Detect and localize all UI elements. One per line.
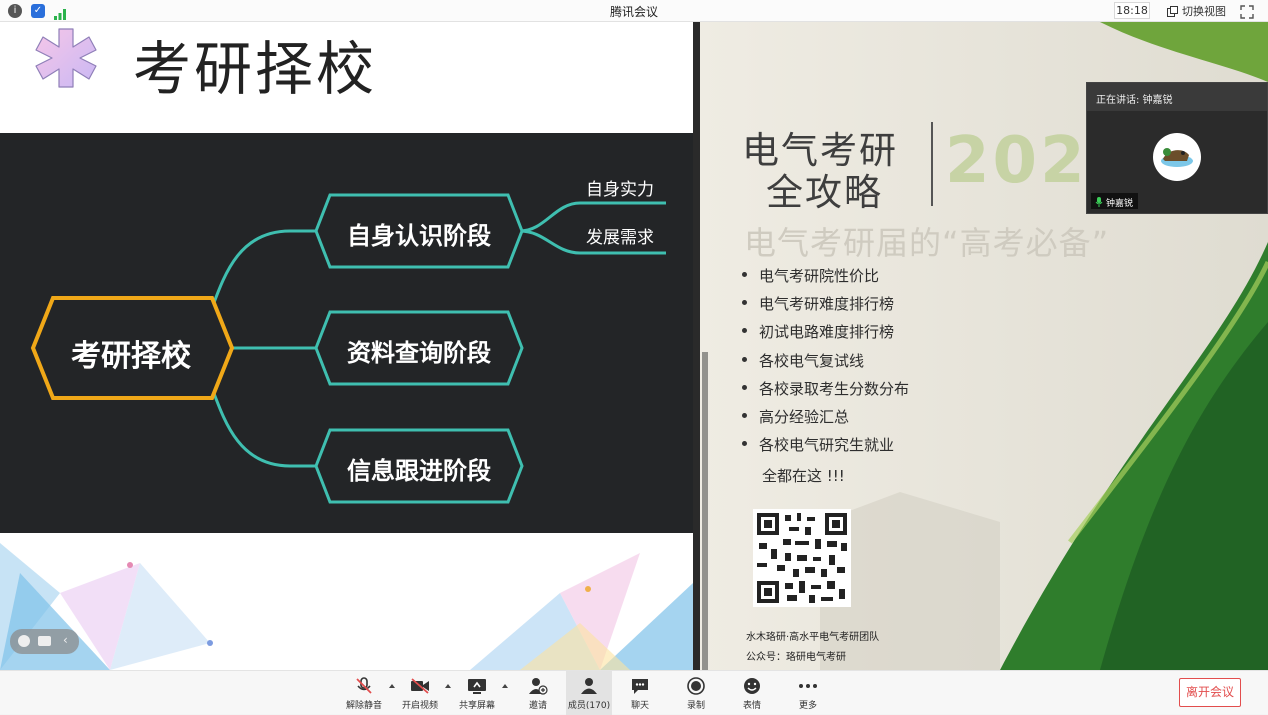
video-options-caret[interactable] bbox=[445, 684, 451, 688]
emoji-small-icon[interactable] bbox=[18, 635, 30, 647]
more-dots-icon bbox=[799, 684, 817, 688]
share-options-caret[interactable] bbox=[502, 684, 508, 688]
list-item-text: 各校电气研究生就业 bbox=[759, 436, 895, 455]
bullet-icon bbox=[742, 441, 747, 447]
slide-header: 考研择校 bbox=[0, 22, 693, 133]
bullet-icon bbox=[742, 272, 747, 277]
poster-year: 202 bbox=[945, 124, 1088, 198]
record-button[interactable]: 录制 bbox=[674, 671, 718, 715]
microphone-muted-icon bbox=[356, 677, 372, 694]
leave-meeting-button[interactable]: 离开会议 bbox=[1179, 678, 1241, 707]
poster-all-here: 全都在这 !!! bbox=[762, 467, 845, 485]
poster-bullet-list: 电气考研院性价比 电气考研难度排行榜 初试电路难度排行榜 各校电气复试线 各校录… bbox=[742, 264, 909, 461]
share-screen-button[interactable]: 共享屏幕 bbox=[455, 671, 499, 715]
smiley-icon bbox=[744, 678, 760, 694]
unmute-button[interactable]: 解除静音 bbox=[342, 671, 386, 715]
view-divider bbox=[693, 22, 700, 670]
sub-branch-strength: 自身实力 bbox=[586, 180, 654, 200]
invite-user-icon bbox=[529, 678, 548, 695]
start-video-button[interactable]: 开启视频 bbox=[398, 671, 442, 715]
start-video-label: 开启视频 bbox=[401, 701, 438, 711]
bullet-icon bbox=[742, 328, 747, 334]
list-item: 各校电气研究生就业 bbox=[742, 433, 909, 461]
speaker-name: 钟嘉锐 bbox=[1106, 198, 1134, 209]
list-item-text: 各校电气复试线 bbox=[759, 351, 865, 370]
speaker-name-tag: 钟嘉锐 bbox=[1091, 193, 1139, 209]
switch-view-button[interactable]: 切换视图 bbox=[1167, 3, 1226, 19]
list-item: 各校录取考生分数分布 bbox=[742, 377, 909, 405]
meeting-toolbar: 解除静音 开启视频 共享屏幕 邀请 成员(170) 聊天 录制 表情 更多 离开… bbox=[0, 670, 1268, 715]
emoji-button[interactable]: 表情 bbox=[730, 671, 774, 715]
list-item: 电气考研院性价比 bbox=[742, 264, 909, 292]
branch-label-follow: 信息跟进阶段 bbox=[347, 457, 491, 485]
meeting-timer: 18:18 bbox=[1114, 2, 1150, 19]
share-screen-icon bbox=[468, 679, 486, 694]
bullet-icon bbox=[742, 412, 747, 418]
chat-small-icon[interactable] bbox=[38, 636, 51, 646]
list-item-text: 电气考研院性价比 bbox=[759, 267, 880, 285]
switch-view-label: 切换视图 bbox=[1182, 5, 1226, 18]
list-item-text: 高分经验汇总 bbox=[759, 407, 850, 426]
branch-label-research: 资料查询阶段 bbox=[347, 339, 491, 367]
speaker-label: 正在讲话: 钟嘉锐 bbox=[1087, 83, 1267, 111]
list-item: 初试电路难度排行榜 bbox=[742, 320, 909, 348]
floating-controls[interactable]: ‹ bbox=[10, 629, 79, 654]
bullet-icon bbox=[742, 300, 747, 306]
record-icon bbox=[687, 677, 705, 695]
bullet-icon bbox=[742, 356, 747, 362]
shared-screen: 考研择校 考研择校 自身认识阶段 资料查询阶段 信息跟进阶段 自身实力 发展需求 bbox=[0, 22, 693, 670]
list-item-text: 各校录取考生分数分布 bbox=[759, 379, 910, 398]
poster-divider bbox=[931, 122, 933, 206]
share-screen-label: 共享屏幕 bbox=[458, 701, 495, 711]
more-button[interactable]: 更多 bbox=[786, 671, 830, 715]
list-item-text: 电气考研难度排行榜 bbox=[759, 295, 895, 314]
camera-off-icon bbox=[411, 678, 429, 694]
poster-footer-team: 水木珞研·高水平电气考研团队 bbox=[746, 632, 880, 643]
switch-view-icon bbox=[1167, 5, 1178, 17]
members-label: 成员(170) bbox=[567, 701, 611, 711]
active-speaker-panel[interactable]: 正在讲话: 钟嘉锐 钟嘉锐 bbox=[1086, 82, 1268, 214]
list-item: 各校电气复试线 bbox=[742, 349, 909, 377]
audio-options-caret[interactable] bbox=[389, 684, 395, 688]
invite-button[interactable]: 邀请 bbox=[516, 671, 560, 715]
sub-branch-needs: 发展需求 bbox=[586, 228, 654, 248]
slide-title: 考研择校 bbox=[133, 35, 378, 103]
list-item: 高分经验汇总 bbox=[742, 405, 909, 433]
unmute-label: 解除静音 bbox=[345, 701, 382, 711]
avatar bbox=[1153, 133, 1201, 181]
title-bar: i ✓ 腾讯会议 18:18 切换视图 bbox=[0, 0, 1268, 22]
mindmap-area: 考研择校 自身认识阶段 资料查询阶段 信息跟进阶段 自身实力 发展需求 bbox=[0, 133, 693, 533]
members-button[interactable]: 成员(170) bbox=[566, 671, 612, 715]
poster-slogan: 电气考研届的“高考必备” bbox=[744, 224, 1110, 262]
chat-label: 聊天 bbox=[630, 701, 649, 711]
poster-footer-account: 公众号：珞研电气考研 bbox=[746, 652, 846, 663]
chat-icon bbox=[632, 679, 648, 694]
slide-footer-decoration bbox=[0, 533, 693, 670]
collapse-icon[interactable]: ‹ bbox=[63, 633, 68, 647]
poster-title-line2: 全攻略 bbox=[766, 171, 883, 214]
microphone-icon bbox=[1095, 197, 1103, 207]
chat-button[interactable]: 聊天 bbox=[618, 671, 662, 715]
members-icon bbox=[581, 678, 597, 694]
window-title: 腾讯会议 bbox=[609, 5, 658, 19]
qr-code bbox=[753, 509, 851, 607]
record-label: 录制 bbox=[686, 701, 705, 711]
invite-label: 邀请 bbox=[528, 701, 547, 711]
emoji-label: 表情 bbox=[742, 701, 761, 711]
list-item-text: 初试电路难度排行榜 bbox=[759, 323, 895, 342]
asterisk-logo-icon bbox=[35, 28, 97, 88]
branch-label-self: 自身认识阶段 bbox=[347, 222, 491, 250]
fullscreen-icon[interactable] bbox=[1240, 4, 1254, 19]
more-label: 更多 bbox=[798, 701, 817, 711]
bullet-icon bbox=[742, 384, 747, 390]
root-node-label: 考研择校 bbox=[71, 339, 191, 374]
list-item: 电气考研难度排行榜 bbox=[742, 292, 909, 320]
